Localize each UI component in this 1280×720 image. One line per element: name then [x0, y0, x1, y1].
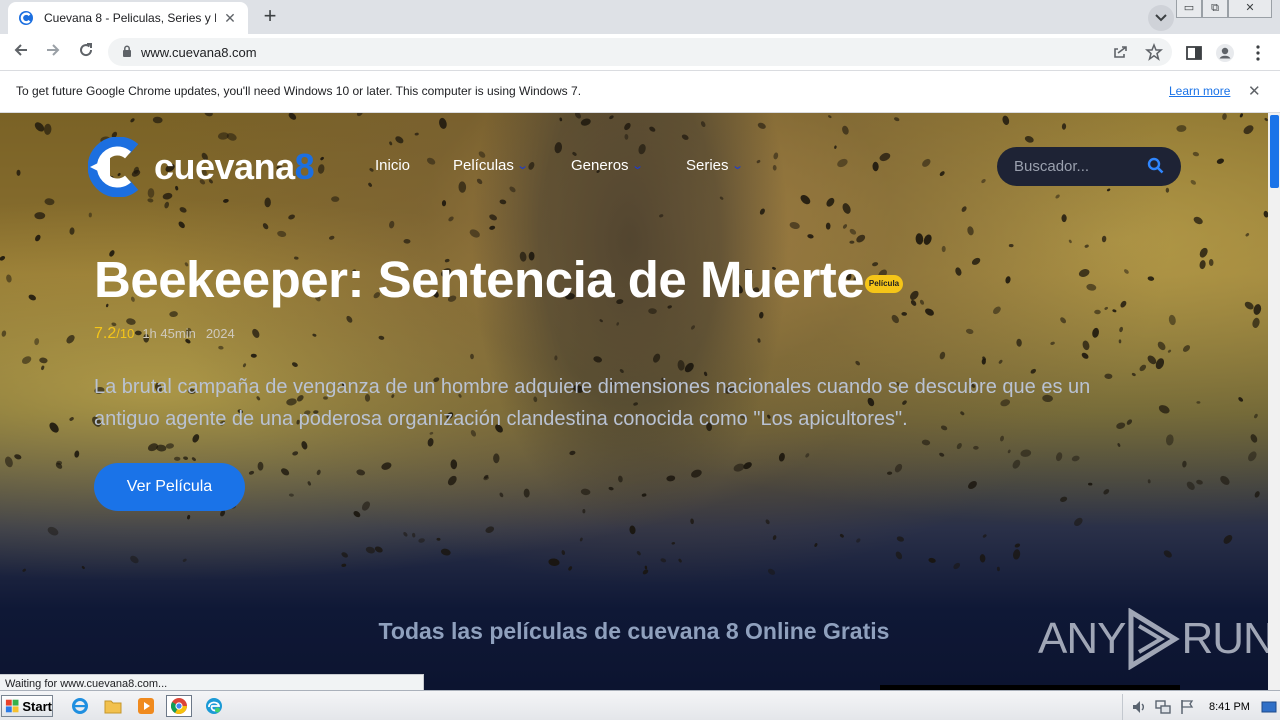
profile-avatar-icon[interactable] — [1215, 43, 1235, 63]
page-scrollbar[interactable] — [1268, 113, 1280, 690]
nav-label: Generos — [571, 157, 629, 174]
system-tray: 8:41 PM — [1122, 694, 1280, 720]
url-text[interactable]: www.cuevana8.com — [141, 45, 257, 60]
hero-title[interactable]: Beekeeper: Sentencia de Muerte — [94, 250, 865, 309]
window-controls: ▭ ⧉ ✕ — [1176, 0, 1272, 18]
page-content: cuevana8 Inicio Películas ⌄ Generos ⌄ Se… — [0, 113, 1268, 690]
rating-value: 7.2 — [94, 325, 117, 342]
forward-button[interactable] — [40, 40, 66, 66]
media-player-icon — [138, 698, 154, 714]
taskbar-clock[interactable]: 8:41 PM — [1209, 701, 1250, 713]
nav-label: Inicio — [375, 157, 411, 174]
chevron-down-icon: ⌄ — [630, 160, 644, 172]
search-input[interactable]: Buscador... — [997, 147, 1181, 186]
nav-generos[interactable]: Generos ⌄ — [571, 157, 644, 174]
learn-more-link[interactable]: Learn more — [1169, 84, 1230, 98]
back-arrow-icon — [14, 44, 27, 56]
taskbar-chrome[interactable] — [166, 695, 192, 717]
search-icon[interactable] — [1147, 157, 1164, 174]
tab-search-button[interactable] — [1148, 5, 1174, 31]
hero-meta: 7.2 /10 1h 45min 2024 — [94, 325, 245, 343]
type-badge: Película — [865, 275, 903, 293]
search-placeholder[interactable]: Buscador... — [1014, 158, 1089, 175]
side-panel-icon[interactable] — [1184, 43, 1204, 63]
start-button[interactable]: Start — [1, 695, 53, 717]
internet-explorer-icon — [72, 698, 88, 714]
volume-icon[interactable] — [1131, 699, 1147, 715]
edge-icon — [206, 698, 222, 714]
windows-taskbar: Start 8:41 PM — [0, 690, 1280, 720]
watermark-right: RUN — [1181, 614, 1268, 663]
address-bar[interactable]: www.cuevana8.com — [108, 38, 1172, 66]
year: 2024 — [205, 326, 235, 341]
menu-kebab-icon[interactable] — [1248, 43, 1268, 63]
share-icon[interactable] — [1112, 43, 1130, 61]
folder-icon — [104, 700, 122, 714]
reload-button[interactable] — [73, 40, 99, 66]
nav-inicio[interactable]: Inicio — [375, 157, 410, 174]
duration: 1h 45min — [142, 326, 196, 341]
update-infobar: To get future Google Chrome updates, you… — [0, 71, 1280, 113]
cuevana-logo-icon — [88, 137, 139, 197]
taskbar-explorer[interactable] — [100, 695, 126, 717]
taskbar-edge[interactable] — [201, 695, 227, 717]
tab-close-icon[interactable]: ✕ — [222, 10, 238, 27]
browser-tab[interactable]: Cuevana 8 - Peliculas, Series y Document… — [8, 2, 248, 34]
watch-movie-button[interactable]: Ver Película — [94, 463, 245, 511]
chevron-down-icon — [1155, 14, 1167, 22]
play-logo-icon — [1128, 608, 1181, 670]
lock-icon[interactable] — [122, 45, 132, 58]
minimize-button[interactable]: ▭ — [1176, 0, 1202, 18]
infobar-close-icon[interactable]: ✕ — [1248, 82, 1261, 100]
restore-button[interactable]: ⧉ — [1202, 0, 1228, 18]
windows-logo-icon — [5, 699, 19, 713]
action-center-flag-icon[interactable] — [1179, 699, 1195, 715]
nav-label: Películas — [453, 157, 514, 174]
scrollbar-thumb[interactable] — [1270, 115, 1279, 188]
taskbar-ie[interactable] — [67, 695, 93, 717]
bookmark-star-icon[interactable] — [1145, 43, 1163, 61]
site-logo[interactable]: cuevana8 — [88, 137, 315, 197]
nav-series[interactable]: Series ⌄ — [686, 157, 744, 174]
reload-icon — [80, 43, 93, 57]
new-tab-button[interactable]: + — [258, 5, 282, 29]
rating-max: /10 — [116, 326, 135, 341]
chrome-icon — [170, 698, 187, 715]
logo-text: cuevana8 — [154, 146, 315, 187]
chevron-down-icon: ⌄ — [730, 160, 744, 172]
chevron-down-icon: ⌄ — [516, 160, 529, 172]
tab-title: Cuevana 8 - Peliculas, Series y Document… — [44, 11, 216, 25]
browser-toolbar: www.cuevana8.com — [0, 34, 1280, 71]
anyrun-watermark: ANY RUN — [1038, 608, 1268, 670]
back-button[interactable] — [8, 40, 34, 66]
hero-synopsis: La brutal campaña de venganza de un homb… — [94, 376, 1091, 430]
watermark-left: ANY — [1038, 614, 1126, 663]
close-window-button[interactable]: ✕ — [1228, 0, 1272, 18]
tab-strip: Cuevana 8 - Peliculas, Series y Document… — [0, 0, 1280, 34]
forward-arrow-icon — [47, 44, 60, 56]
status-bubble: Waiting for www.cuevana8.com... — [0, 674, 424, 690]
infobar-message: To get future Google Chrome updates, you… — [16, 84, 582, 98]
show-desktop-icon[interactable] — [1261, 699, 1277, 715]
network-icon[interactable] — [1155, 699, 1171, 715]
nav-label: Series — [686, 157, 729, 174]
cuevana-favicon-icon — [19, 11, 33, 25]
nav-peliculas[interactable]: Películas ⌄ — [453, 157, 529, 174]
start-label: Start — [22, 698, 52, 714]
taskbar-media-player[interactable] — [133, 695, 159, 717]
